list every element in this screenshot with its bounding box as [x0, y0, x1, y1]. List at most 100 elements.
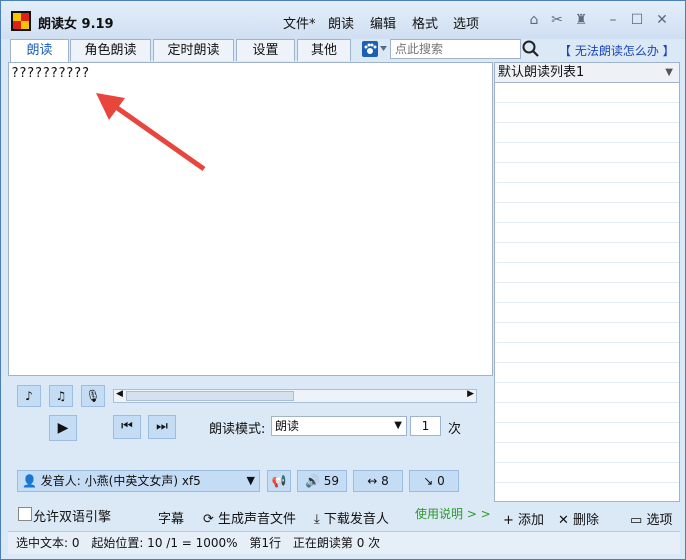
bilingual-label: 允许双语引擎 [33, 510, 112, 525]
chevron-down-icon: ▼ [665, 67, 673, 78]
list-row-line [495, 162, 679, 163]
pitch-control[interactable]: ↘ 0 [409, 470, 459, 492]
speed-value: 8 [381, 474, 389, 488]
tab-timed-read[interactable]: 定时朗读 [153, 39, 234, 61]
search-input[interactable] [390, 39, 521, 59]
list-row-line [495, 362, 679, 363]
list-row-line [495, 202, 679, 203]
list-row-line [495, 102, 679, 103]
download-speaker-button[interactable]: ⤓ 下载发音人 [314, 508, 389, 527]
instructions-link[interactable]: 使用说明 > > [415, 505, 491, 522]
volume-value: 59 [323, 474, 340, 488]
list-select[interactable]: 默认朗读列表1 ▼ [495, 63, 679, 83]
app-logo-icon [11, 11, 31, 31]
list-row-line [495, 302, 679, 303]
help-link[interactable]: 【 无法朗读怎么办 】 [559, 42, 675, 59]
repeat-count-input[interactable]: 1 [410, 416, 441, 436]
tab-read[interactable]: 朗读 [10, 39, 69, 63]
chevron-down-icon: ▼ [394, 420, 402, 431]
status-start: 起始位置: 10 /1 = 1000% [91, 536, 238, 550]
skin-icon[interactable]: ♜ [572, 11, 590, 29]
repeat-unit-label: 次 [448, 422, 462, 437]
volume-icon: 🔊 [304, 474, 320, 488]
list-row-line [495, 182, 679, 183]
list-options-label: 选项 [646, 513, 673, 528]
chevron-down-icon: ▼ [246, 474, 255, 487]
search-icon[interactable] [522, 40, 540, 58]
list-row-line [495, 342, 679, 343]
menu-file[interactable]: 文件* [283, 13, 316, 32]
volume-control[interactable]: 🔊 59 [297, 470, 347, 492]
list-row-line [495, 442, 679, 443]
tools-icon[interactable]: ✂ [548, 11, 566, 29]
tab-settings[interactable]: 设置 [236, 39, 295, 61]
mode-select[interactable]: 朗读 ▼ [271, 416, 407, 436]
delete-label: 删除 [573, 513, 600, 528]
title-bar: 朗读女 9.19 文件* 朗读 编辑 格式 选项 ⌂ ✂ ♜ – ☐ ✕ [1, 1, 685, 39]
editor-text: ?????????? [11, 66, 90, 81]
list-row-line [495, 322, 679, 323]
list-row-line [495, 382, 679, 383]
status-line: 第1行 [249, 536, 282, 550]
delete-button[interactable]: ✕ 删除 [558, 509, 599, 528]
close-icon[interactable]: ✕ [653, 11, 671, 29]
list-row-line [495, 422, 679, 423]
list-row-line [495, 122, 679, 123]
tab-role-read[interactable]: 角色朗读 [70, 39, 151, 61]
download-speaker-label: 下载发音人 [323, 512, 389, 527]
refresh-icon: ⟳ [203, 512, 214, 527]
reading-list-panel: 默认朗读列表1 ▼ [494, 62, 680, 502]
menu-edit[interactable]: 编辑 [370, 13, 396, 32]
status-selected: 选中文本: 0 [16, 536, 80, 550]
paw-icon[interactable] [362, 41, 388, 59]
plus-icon: + [503, 513, 514, 528]
text-editor[interactable]: ?????????? [8, 62, 493, 376]
x-icon: ✕ [558, 513, 569, 528]
subtitle-button[interactable]: 字幕 [158, 508, 184, 527]
play-icon[interactable]: ▶ [49, 415, 77, 441]
progress-scrollbar[interactable]: ◀ ▶ [113, 389, 477, 403]
menu-read[interactable]: 朗读 [328, 13, 354, 32]
list-row-line [495, 242, 679, 243]
status-bar: 选中文本: 0 起始位置: 10 /1 = 1000% 第1行 正在朗读第 0 … [8, 531, 680, 554]
list-options-button[interactable]: ▭ 选项 [630, 509, 672, 528]
speed-icon: ↔ [367, 474, 378, 488]
scroll-left-icon[interactable]: ◀ [116, 389, 123, 399]
bilingual-checkbox[interactable] [18, 507, 32, 521]
scroll-right-icon[interactable]: ▶ [467, 389, 474, 399]
pitch-icon: ↘ [423, 474, 434, 488]
speaker-test-icon[interactable]: 📢 [267, 470, 291, 492]
generate-audio-label: 生成声音文件 [218, 512, 297, 527]
previous-icon[interactable]: ⏮ [113, 415, 141, 439]
menu-format[interactable]: 格式 [412, 13, 438, 32]
minimize-icon[interactable]: – [604, 11, 622, 29]
annotation-arrow [96, 93, 206, 172]
list-row-line [495, 482, 679, 483]
speed-control[interactable]: ↔ 8 [353, 470, 403, 492]
speaker-label: 发音人: 小燕(中英文女声) xf5 [40, 474, 201, 488]
generate-audio-button[interactable]: ⟳ 生成声音文件 [203, 508, 296, 527]
tab-other[interactable]: 其他 [297, 39, 351, 61]
microphone-icon[interactable]: 🎙 [81, 385, 105, 407]
list-row-line [495, 142, 679, 143]
list-row-line [495, 222, 679, 223]
next-icon[interactable]: ⏭ [148, 415, 176, 439]
list-row-line [495, 282, 679, 283]
menu-options[interactable]: 选项 [453, 13, 479, 32]
mode-label: 朗读模式: [209, 422, 266, 437]
note-mode-icon[interactable]: ♪ [17, 385, 41, 407]
app-title: 朗读女 9.19 [38, 17, 114, 32]
maximize-icon[interactable]: ☐ [628, 11, 646, 29]
speaker-select[interactable]: 👤 发音人: 小燕(中英文女声) xf5 ▼ [17, 470, 260, 492]
add-label: 添加 [518, 513, 545, 528]
download-icon: ⤓ [314, 512, 320, 527]
app-window: 朗读女 9.19 文件* 朗读 编辑 格式 选项 ⌂ ✂ ♜ – ☐ ✕ 朗读 … [0, 0, 686, 560]
scroll-thumb[interactable] [126, 391, 294, 401]
status-reading: 正在朗读第 0 次 [292, 536, 381, 550]
list-row-line [495, 262, 679, 263]
home-icon[interactable]: ⌂ [525, 11, 543, 29]
list-row-line [495, 462, 679, 463]
music-icon[interactable]: ♫ [49, 385, 73, 407]
list-select-value: 默认朗读列表1 [498, 65, 585, 80]
add-button[interactable]: + 添加 [503, 509, 544, 528]
